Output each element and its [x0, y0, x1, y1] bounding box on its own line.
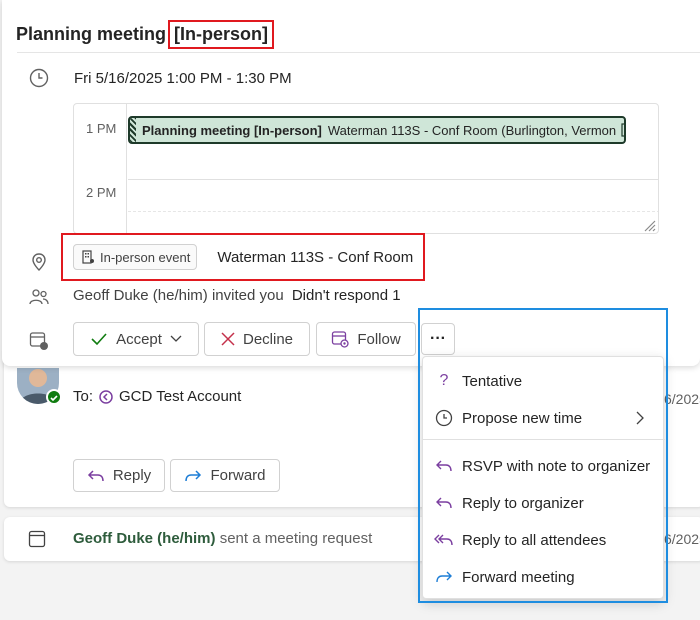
half-hour-gridline — [128, 211, 658, 212]
message-text: sent a meeting request — [219, 530, 373, 547]
reply-button[interactable]: Reply — [73, 459, 165, 492]
menu-item-label: Tentative — [462, 372, 523, 390]
invitation-line: Geoff Duke (he/him) invited you Didn't r… — [73, 287, 401, 304]
more-options-menu: ? Tentative Propose new time RSVP with n… — [422, 356, 665, 599]
hour-gridline — [128, 179, 658, 180]
in-person-badge: In-person event — [73, 244, 198, 270]
menu-item-label: Reply to all attendees — [462, 531, 607, 549]
location-row: In-person event Waterman 113S - Conf Roo… — [61, 233, 425, 281]
event-title: Planning meeting [In-person] — [142, 122, 322, 138]
menu-item-reply-to-all-attendees[interactable]: Reply to all attendees — [423, 523, 665, 557]
menu-item-label: Forward meeting — [462, 568, 575, 586]
menu-item-tentative[interactable]: ? Tentative — [423, 364, 665, 398]
decline-label: Decline — [242, 330, 294, 348]
forward-icon — [434, 567, 454, 587]
to-recipient[interactable]: GCD Test Account — [119, 388, 241, 405]
calendar-icon — [28, 530, 46, 548]
menu-item-rsvp-with-note[interactable]: RSVP with note to organizer — [423, 449, 665, 483]
hour-label-2pm: 2 PM — [86, 185, 117, 200]
decline-button[interactable]: Decline — [204, 322, 310, 356]
calendar-follow-icon — [332, 331, 349, 348]
location-name[interactable]: Waterman 113S - Conf Room — [217, 249, 413, 266]
reply-icon — [434, 456, 454, 476]
event-location: Waterman 113S - Conf Room (Burlington, V… — [327, 122, 617, 138]
clock-icon — [434, 408, 454, 428]
close-icon — [221, 332, 235, 346]
chevron-down-icon[interactable] — [170, 335, 182, 343]
to-row: To: GCD Test Account — [73, 388, 241, 405]
to-label: To: — [73, 388, 94, 405]
more-options-icon: ··· — [430, 330, 446, 347]
location-pin-icon — [32, 253, 46, 271]
menu-item-label: Reply to organizer — [462, 494, 584, 512]
event-tentative-stripe — [130, 118, 136, 142]
page-title: Planning meeting [In-person] — [16, 20, 275, 49]
in-person-badge-label: In-person event — [100, 249, 191, 265]
follow-label: Follow — [357, 330, 401, 348]
hour-label-1pm: 1 PM — [86, 121, 117, 136]
building-icon — [621, 123, 624, 137]
building-icon — [82, 250, 94, 264]
menu-item-reply-to-organizer[interactable]: Reply to organizer — [423, 486, 665, 520]
email-date: 6/2025 — [664, 391, 700, 407]
forward-button[interactable]: Forward — [170, 459, 280, 492]
message-date: 6/2025 — [664, 531, 700, 547]
menu-item-forward-meeting[interactable]: Forward meeting — [423, 560, 665, 594]
chevron-right-icon — [636, 411, 644, 425]
question-icon: ? — [439, 372, 449, 389]
presence-available-icon — [46, 389, 62, 405]
menu-divider — [423, 439, 665, 440]
calendar-event[interactable]: Planning meeting [In-person] Waterman 11… — [128, 116, 626, 144]
menu-item-propose-new-time[interactable]: Propose new time — [423, 401, 665, 435]
organizer-name[interactable]: Geoff Duke (he/him) — [73, 287, 208, 304]
resize-grip-icon[interactable] — [640, 216, 656, 232]
accept-label: Accept — [116, 330, 162, 348]
message-sender: Geoff Duke (he/him) — [73, 530, 216, 547]
menu-item-label: RSVP with note to organizer — [462, 457, 651, 475]
clock-icon — [29, 68, 49, 88]
accept-button[interactable]: Accept — [73, 322, 199, 356]
forward-label: Forward — [210, 467, 266, 484]
people-icon — [29, 289, 49, 305]
meeting-title: Planning meeting — [16, 24, 167, 44]
reply-label: Reply — [112, 467, 152, 484]
menu-item-label: Propose new time — [462, 409, 583, 427]
reply-all-icon — [434, 530, 454, 550]
calendar-sync-icon — [29, 332, 48, 350]
reply-icon — [434, 493, 454, 513]
more-options-button[interactable]: ··· — [421, 323, 455, 355]
invited-text: invited you — [211, 287, 284, 304]
group-recipient-icon — [99, 389, 113, 404]
response-status[interactable]: Didn't respond 1 — [292, 287, 401, 304]
calendar-preview[interactable]: 1 PM 2 PM Planning meeting [In-person] W… — [73, 103, 659, 234]
meeting-datetime: Fri 5/16/2025 1:00 PM - 1:30 PM — [74, 70, 292, 87]
checkmark-icon — [91, 333, 107, 346]
divider — [17, 52, 700, 53]
forward-icon — [185, 469, 202, 481]
meeting-title-tag: [In-person] — [168, 20, 275, 49]
follow-button[interactable]: Follow — [316, 322, 416, 356]
reply-icon — [87, 469, 104, 481]
